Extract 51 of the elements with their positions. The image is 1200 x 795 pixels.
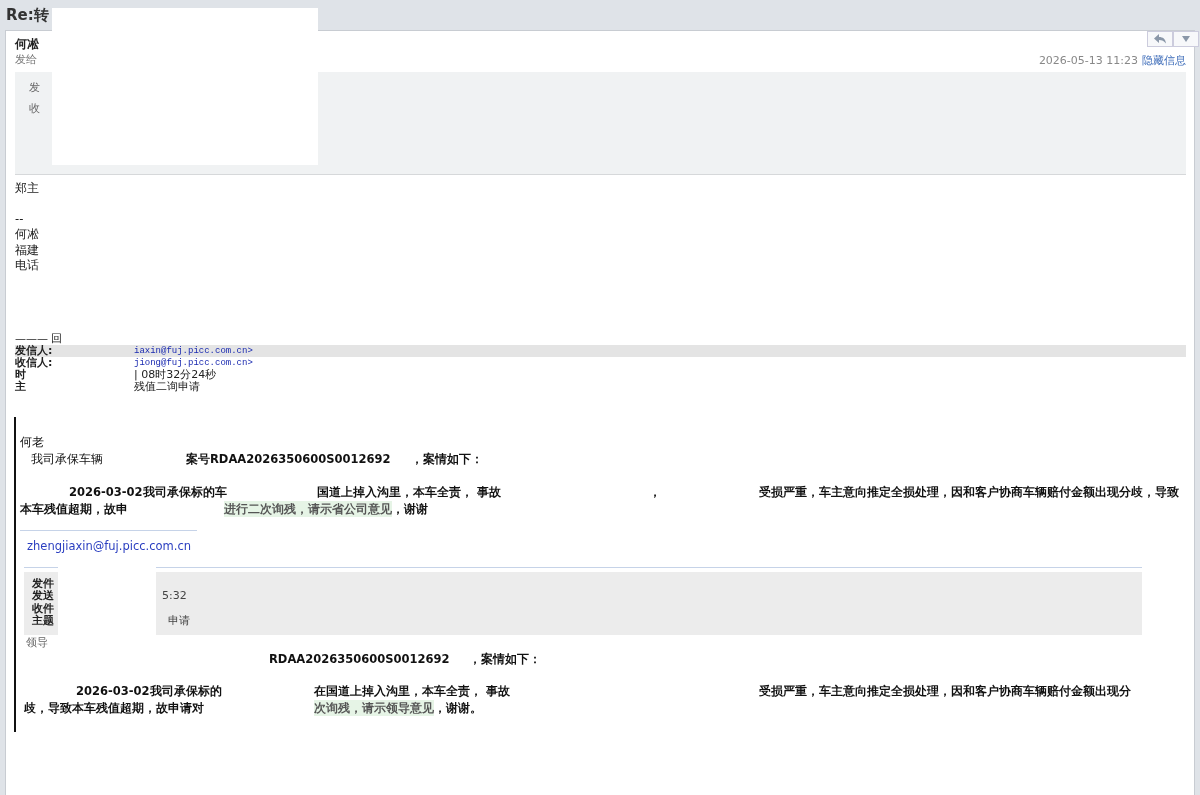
greeting: 领导 (26, 634, 48, 651)
info-label: 发 (29, 80, 41, 95)
field-value: 残值二询申请 (134, 380, 200, 393)
recipients-label: 发给 (15, 52, 38, 68)
body-line: 郑主 (15, 181, 40, 197)
text-fragment: ， (649, 483, 662, 500)
window-title: Re:转 (6, 5, 49, 25)
info-label: 收 (29, 101, 41, 116)
text-fragment: ，谢谢。 (434, 699, 482, 716)
text-fragment: RDAA2026350600S0012692 (269, 650, 451, 667)
field-label: 发信人: (15, 344, 53, 357)
reply-icon (1153, 34, 1167, 44)
text-fragment: 我司承保车辆 (31, 450, 104, 467)
message-date: 2026-05-13 11:23 (1038, 54, 1138, 67)
field-value: 5:32 (162, 590, 187, 603)
text-fragment: 国道上掉入沟里，本车全责， 事故 (317, 483, 502, 500)
body-line: 福建 (15, 242, 40, 258)
sender-name: 何凇 (15, 36, 39, 52)
text-fragment: 歧，导致本车残值超期，故申请对 (24, 699, 205, 716)
hide-info-link[interactable]: 隐藏信息 (1142, 53, 1186, 68)
field-label: 收信人: (15, 356, 54, 369)
text-fragment: 次询残，请示领导意见 (314, 699, 434, 716)
reply-button[interactable] (1147, 31, 1173, 47)
field-value: | 08时32分24秒 (134, 368, 217, 381)
text-fragment: 受损严重，车主意向推定全损处理，因和客户协商车辆赔付金额出现分歧，导致 (759, 483, 1179, 500)
text-fragment: 本车残值超期，故申 (20, 500, 129, 517)
text-fragment: 在国道上掉入沟里，本车全责， 事故 (314, 682, 511, 699)
text-fragment: 受损严重，车主意向推定全损处理，因和客户协商车辆赔付金额出现分 (759, 682, 1131, 699)
field-label: 主题 (32, 615, 55, 628)
text-fragment: 案号RDAA2026350600S0012692 (186, 450, 392, 467)
field-label: 主 (15, 380, 27, 393)
caret-icon (1182, 36, 1190, 42)
text-fragment: 2026-03-02我司承保标的车 (69, 483, 228, 500)
text-fragment: 进行二次询残，请示省公司意见 (224, 500, 392, 517)
more-button[interactable] (1173, 31, 1199, 47)
body-line: 何凇 (15, 227, 40, 243)
text-fragment: ，案情如下： (411, 450, 483, 467)
body-line: -- (15, 211, 25, 227)
field-label: 发送 (32, 590, 55, 603)
text-fragment: 2026-03-02我司承保标的 (76, 682, 223, 699)
greeting: 何老 (20, 433, 44, 450)
field-label: 收件 (32, 602, 55, 615)
text-fragment: ，谢谢 (392, 500, 428, 517)
field-label: 发件 (32, 577, 55, 590)
text-fragment: ，案情如下： (469, 650, 541, 667)
field-value: 申请 (168, 615, 190, 628)
quote-divider-text: ——— 回 (15, 331, 64, 345)
email-address: jiong@fuj.picc.com.cn> (134, 356, 253, 369)
body-line: 电话 (15, 258, 40, 274)
email-link[interactable]: zhengjiaxin@fuj.picc.com.cn (27, 538, 192, 553)
email-address: iaxin@fuj.picc.com.cn> (134, 344, 253, 357)
